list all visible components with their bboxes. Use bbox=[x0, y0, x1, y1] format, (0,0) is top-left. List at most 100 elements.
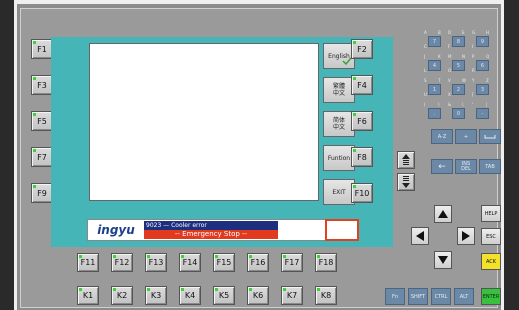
logo: ingyu bbox=[97, 223, 135, 237]
keypad-alt-label: P bbox=[472, 54, 475, 59]
key-f8[interactable]: F8 bbox=[351, 147, 373, 167]
keypad-alt-label: K bbox=[438, 54, 441, 59]
key-ins-del[interactable]: INS DEL bbox=[455, 159, 477, 174]
keypad-key-8[interactable]: 8 bbox=[452, 36, 465, 47]
space-icon bbox=[484, 135, 496, 139]
key-k8[interactable]: K8 bbox=[315, 286, 337, 305]
keypad-alt-label: B bbox=[438, 30, 441, 35]
key-k6[interactable]: K6 bbox=[247, 286, 269, 305]
ack-button[interactable]: ACK bbox=[481, 253, 501, 270]
key-label: F11 bbox=[80, 258, 96, 267]
key-label: F8 bbox=[357, 152, 367, 162]
esc-button[interactable]: ESC bbox=[481, 228, 501, 245]
keypad-alt-label: ' bbox=[472, 102, 474, 107]
arrow-up-button[interactable] bbox=[434, 205, 452, 223]
exit-label: EXIT bbox=[332, 188, 346, 196]
key-k3[interactable]: K3 bbox=[145, 286, 167, 305]
keypad-key-2[interactable]: 2 bbox=[452, 84, 465, 95]
key-label: F4 bbox=[357, 80, 367, 90]
key-label: TAB bbox=[485, 163, 495, 170]
keypad-alt-label: T bbox=[438, 78, 441, 83]
key-k1[interactable]: K1 bbox=[77, 286, 99, 305]
key-label: F15 bbox=[216, 258, 232, 267]
keypad-key-9[interactable]: 9 bbox=[476, 36, 489, 47]
key-f17[interactable]: F17 bbox=[281, 253, 303, 272]
enter-button[interactable]: ENTER bbox=[481, 288, 501, 305]
keypad-alt-label: O bbox=[448, 68, 452, 73]
emergency-stop-message: -- Emergency Stop -- bbox=[144, 230, 278, 239]
key-label: K4 bbox=[184, 291, 196, 300]
key-a-z[interactable]: A-Z bbox=[431, 129, 453, 144]
key-f9[interactable]: F9 bbox=[31, 183, 53, 203]
arrow-right-icon bbox=[462, 231, 470, 241]
key-label: F1 bbox=[37, 44, 47, 54]
keypad-alt-label: V bbox=[448, 78, 451, 83]
key-label: F2 bbox=[357, 44, 367, 54]
arrow-down-icon bbox=[438, 256, 448, 264]
key-f7[interactable]: F7 bbox=[31, 147, 53, 167]
key-f3[interactable]: F3 bbox=[31, 75, 53, 95]
arrow-right-button[interactable] bbox=[457, 227, 475, 245]
key-k7[interactable]: K7 bbox=[281, 286, 303, 305]
keypad-key-3[interactable]: 3 bbox=[476, 84, 489, 95]
keypad-key-7[interactable]: 7 bbox=[428, 36, 441, 47]
key-label: + bbox=[463, 133, 469, 140]
alphanumeric-keypad: A B C 7 D E F 8 G H I 9 J K L 4 M N O 5 P Q R 6 S T U 1 V W X 2 Y Z [3 (). &… bbox=[403, 29, 501, 179]
key-label: K8 bbox=[320, 291, 332, 300]
status-bar: ingyu 9023 — Cooler error -- Emergency S… bbox=[87, 219, 357, 241]
keypad-key--[interactable]: - bbox=[476, 108, 489, 119]
key-f13[interactable]: F13 bbox=[145, 253, 167, 272]
arrow-left-icon bbox=[416, 231, 424, 241]
key-f1[interactable]: F1 bbox=[31, 39, 53, 59]
key-f15[interactable]: F15 bbox=[213, 253, 235, 272]
keypad-alt-label: R bbox=[472, 68, 475, 73]
key-f5[interactable]: F5 bbox=[31, 111, 53, 131]
keypad-key-6[interactable]: 6 bbox=[476, 60, 489, 71]
keypad-alt-label: [ bbox=[472, 92, 474, 97]
key-f11[interactable]: F11 bbox=[77, 253, 99, 272]
key-label: ENTER bbox=[482, 293, 500, 300]
keypad-key-1[interactable]: 1 bbox=[428, 84, 441, 95]
key-label: F6 bbox=[357, 116, 367, 126]
key-f14[interactable]: F14 bbox=[179, 253, 201, 272]
arrow-left-button[interactable] bbox=[411, 227, 429, 245]
keypad-alt-label: A bbox=[424, 30, 427, 35]
key-label: K2 bbox=[116, 291, 128, 300]
key-f18[interactable]: F18 bbox=[315, 253, 337, 272]
keypad-alt-label: Y bbox=[472, 78, 475, 83]
key-k5[interactable]: K5 bbox=[213, 286, 235, 305]
keypad-key-5[interactable]: 5 bbox=[452, 60, 465, 71]
key-space[interactable] bbox=[479, 129, 501, 144]
key-f10[interactable]: F10 bbox=[351, 183, 373, 203]
key-k4[interactable]: K4 bbox=[179, 286, 201, 305]
keypad-key-.[interactable]: . bbox=[428, 108, 441, 119]
help-button[interactable]: HELP bbox=[481, 205, 501, 222]
key-plus[interactable]: + bbox=[455, 129, 477, 144]
key-f2[interactable]: F2 bbox=[351, 39, 373, 59]
display-frame: English 繁體 中文 简体 中文 Funtion EXIT ingyu 9… bbox=[51, 37, 393, 247]
keypad-alt-label: | bbox=[486, 102, 488, 107]
keypad-key-4[interactable]: 4 bbox=[428, 60, 441, 71]
ctrl-button[interactable]: CTRL bbox=[431, 288, 451, 305]
trad-chinese-label: 繁體 中文 bbox=[332, 83, 345, 97]
shift-button[interactable]: SHIFT bbox=[408, 288, 428, 305]
key-f4[interactable]: F4 bbox=[351, 75, 373, 95]
key-backspace[interactable]: ← bbox=[431, 159, 453, 174]
keypad-alt-label: I bbox=[472, 44, 474, 49]
key-label: SHIFT bbox=[410, 293, 426, 300]
key-label: INS DEL bbox=[461, 160, 471, 172]
arrow-down-button[interactable] bbox=[434, 251, 452, 269]
key-f16[interactable]: F16 bbox=[247, 253, 269, 272]
key-k2[interactable]: K2 bbox=[111, 286, 133, 305]
alt-button[interactable]: ALT bbox=[454, 288, 474, 305]
simp-chinese-label: 简体 中文 bbox=[332, 117, 345, 131]
keypad-alt-label: L bbox=[424, 68, 427, 73]
keypad-key-0[interactable]: 0 bbox=[452, 108, 465, 119]
key-label: F9 bbox=[37, 188, 47, 198]
fn-button[interactable]: Fn bbox=[385, 288, 405, 305]
key-tab[interactable]: TAB bbox=[479, 159, 501, 174]
key-label: F3 bbox=[37, 80, 47, 90]
key-label: F10 bbox=[354, 188, 370, 198]
key-f12[interactable]: F12 bbox=[111, 253, 133, 272]
key-f6[interactable]: F6 bbox=[351, 111, 373, 131]
